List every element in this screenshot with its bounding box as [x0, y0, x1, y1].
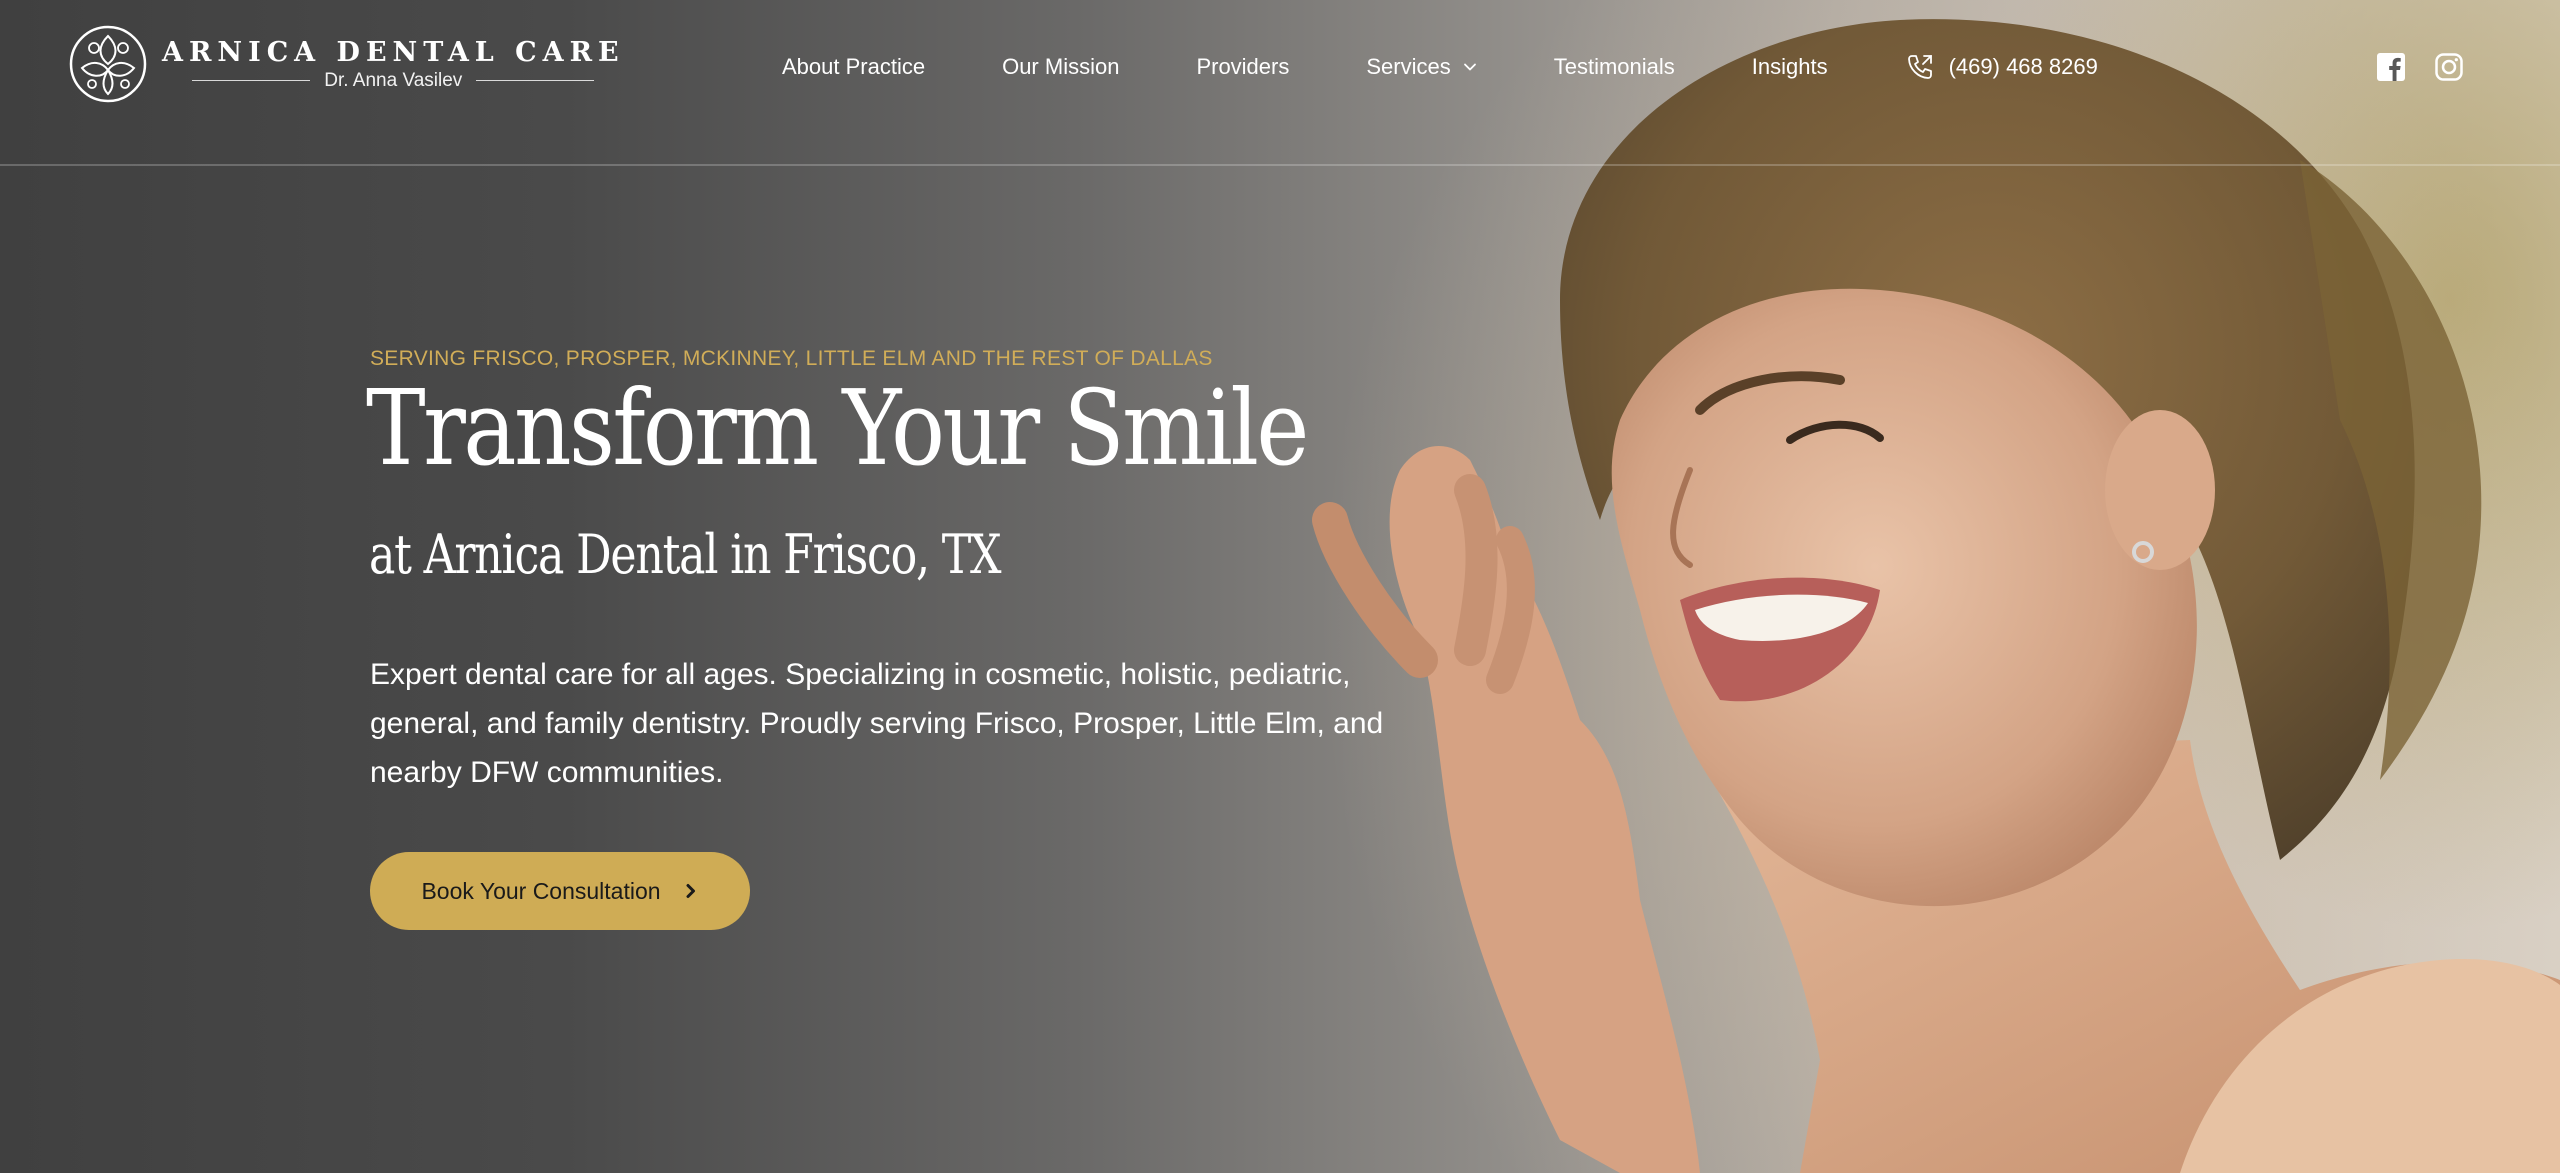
- nav-item-services-label: Services: [1366, 54, 1451, 79]
- nav-item-about-practice[interactable]: About Practice: [782, 54, 925, 80]
- nav-item-testimonials[interactable]: Testimonials: [1554, 54, 1675, 80]
- phone-number: (469) 468 8269: [1948, 54, 2098, 79]
- doctor-name: Dr. Anna Vasilev: [324, 69, 463, 91]
- logo-text: ARNICA DENTAL CARE Dr. Anna Vasilev: [162, 37, 625, 92]
- brand-logo[interactable]: ARNICA DENTAL CARE Dr. Anna Vasilev: [68, 24, 625, 104]
- book-consultation-label: Book Your Consultation: [421, 877, 661, 904]
- brand-name: ARNICA DENTAL CARE: [162, 36, 625, 68]
- phone-link[interactable]: (469) 468 8269: [1905, 52, 2098, 82]
- divider: [476, 80, 595, 81]
- hero-section: ARNICA DENTAL CARE Dr. Anna Vasilev Abou…: [0, 0, 2560, 1173]
- hero-description: Expert dental care for all ages. Special…: [370, 658, 1384, 789]
- instagram-icon[interactable]: [2434, 52, 2464, 82]
- main-nav: About Practice Our Mission Providers Ser…: [782, 52, 2098, 82]
- nav-item-services[interactable]: Services: [1366, 54, 1476, 80]
- facebook-icon[interactable]: [2376, 52, 2406, 82]
- hero-title: Transform Your Smile: [366, 367, 1309, 489]
- logo-emblem-icon: [69, 25, 147, 103]
- nav-item-providers[interactable]: Providers: [1196, 54, 1289, 80]
- phone-icon: [1907, 55, 1932, 79]
- divider: [192, 80, 311, 81]
- doctor-row: Dr. Anna Vasilev: [192, 69, 595, 92]
- site-header: ARNICA DENTAL CARE Dr. Anna Vasilev Abou…: [0, 0, 2560, 166]
- chevron-right-icon: [686, 884, 695, 898]
- social-links: [2376, 52, 2492, 82]
- nav-item-our-mission[interactable]: Our Mission: [1002, 54, 1119, 80]
- book-consultation-button[interactable]: Book Your Consultation: [370, 852, 750, 930]
- nav-item-insights[interactable]: Insights: [1752, 54, 1828, 80]
- chevron-down-icon: [1463, 63, 1476, 71]
- hero-subtitle: at Arnica Dental in Frisco, TX: [369, 523, 1002, 586]
